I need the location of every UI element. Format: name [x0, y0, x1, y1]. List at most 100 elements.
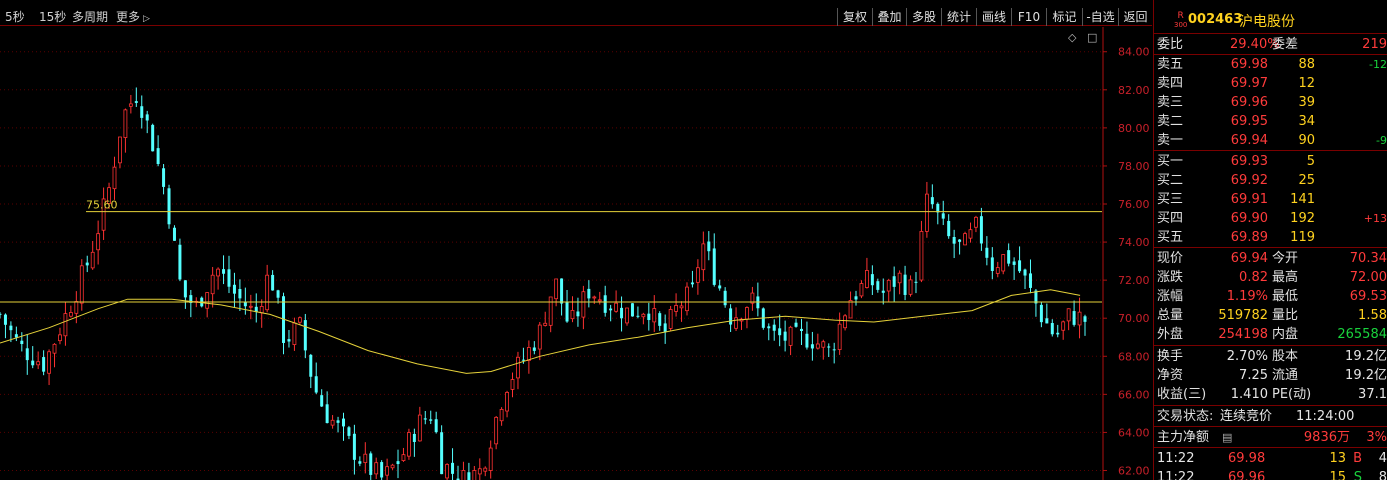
candle: [341, 418, 345, 427]
separator: [1154, 247, 1387, 248]
candle: [118, 136, 122, 164]
candle: [320, 395, 324, 407]
candle: [3, 314, 7, 325]
candle: [417, 414, 422, 442]
tick-count: 4: [1378, 451, 1387, 466]
stat-label: 涨跌: [1157, 270, 1184, 285]
candle: [162, 168, 166, 187]
mark-button[interactable]: 标记: [1046, 8, 1082, 26]
stock-header: R 300 002463 沪电股份: [1154, 8, 1387, 34]
candle: [297, 317, 302, 323]
ask-level[interactable]: 卖二 69.95 34: [1154, 112, 1387, 131]
candle: [90, 251, 95, 269]
candle: [1023, 269, 1027, 276]
candle: [151, 124, 155, 152]
candle: [52, 343, 57, 354]
overlay-button[interactable]: 叠加: [872, 8, 906, 26]
candle: [620, 307, 624, 319]
candle: [396, 461, 400, 465]
candle: [641, 313, 646, 318]
candle: [543, 322, 548, 326]
price-stat-row: 现价 69.94 今开 70.34: [1154, 249, 1387, 268]
candle: [227, 269, 231, 287]
tick-side: B: [1353, 451, 1362, 466]
statistics-button[interactable]: 统计: [941, 8, 976, 26]
candle: [47, 351, 51, 374]
bid-level[interactable]: 买一 69.93 5: [1154, 152, 1387, 171]
stat-label: 现价: [1157, 251, 1184, 266]
candle: [128, 103, 133, 107]
main-fund-row[interactable]: 主力净额 ▤ 9836万 3%: [1154, 428, 1387, 447]
bid-level[interactable]: 买二 69.92 25: [1154, 171, 1387, 190]
candle: [232, 284, 236, 294]
bid-level[interactable]: 买五 69.89 119: [1154, 228, 1387, 247]
ask-level[interactable]: 卖五 69.98 88 -12: [1154, 55, 1387, 74]
axis-tick-label: 66.00: [1118, 388, 1150, 401]
separator: [1154, 405, 1387, 406]
chart-settings-icon[interactable]: ◇: [1068, 31, 1077, 44]
candle: [374, 462, 379, 475]
bid-price: 69.89: [1230, 230, 1268, 245]
multi-stock-button[interactable]: 多股: [906, 8, 941, 26]
candle: [445, 464, 449, 479]
trade-status-row: 交易状态: 连续竞价 11:24:00: [1154, 407, 1387, 426]
ask-level[interactable]: 卖一 69.94 90 -9: [1154, 131, 1387, 150]
stat-value: 72.00: [1349, 270, 1387, 285]
timeframe-15s[interactable]: 15秒: [39, 9, 66, 25]
candle: [652, 308, 657, 323]
candle: [210, 274, 215, 295]
timeframe-multi[interactable]: 多周期: [72, 9, 108, 25]
candle: [401, 454, 406, 461]
draw-line-button[interactable]: 画线: [976, 8, 1011, 26]
candle: [603, 295, 607, 313]
back-button[interactable]: 返回: [1118, 8, 1152, 26]
candle: [532, 347, 536, 351]
candle: [494, 416, 499, 445]
kline-chart[interactable]: 84.00 82.00 80.00 78.00 76.00 74.00 72.00 70.00…: [0, 27, 1152, 480]
candle: [810, 344, 814, 349]
bid-level[interactable]: 买三 69.91 141: [1154, 190, 1387, 209]
bid-level-label: 买二: [1157, 173, 1184, 188]
candle: [897, 272, 902, 284]
candle: [1077, 311, 1082, 326]
ask-change: -9: [1376, 134, 1387, 147]
candle: [276, 290, 280, 298]
candle: [658, 313, 662, 326]
candle: [167, 188, 171, 225]
candle: [886, 279, 891, 292]
fundamental-value: 1.410: [1230, 387, 1268, 402]
candle: [723, 290, 727, 306]
candle: [805, 333, 809, 348]
main-fund-label: 主力净额: [1157, 430, 1210, 445]
candle: [325, 404, 329, 424]
stat-value: 70.34: [1349, 251, 1387, 266]
candle: [123, 109, 128, 138]
stock-name[interactable]: 沪电股份: [1239, 11, 1295, 31]
r-badge-sub: 300: [1174, 21, 1188, 29]
fundamental-value: 2.70%: [1226, 349, 1268, 364]
fundamental-label: PE(动): [1272, 387, 1312, 402]
timeframe-more[interactable]: 更多 ▷: [116, 9, 150, 25]
candle: [31, 360, 35, 366]
stat-value: 519782: [1218, 308, 1268, 323]
bid-level[interactable]: 买四 69.90 192 +13: [1154, 209, 1387, 228]
candle: [14, 334, 18, 338]
candle: [859, 283, 864, 297]
ask-level[interactable]: 卖三 69.96 39: [1154, 93, 1387, 112]
axis-tick-label: 78.00: [1118, 160, 1150, 173]
candle: [352, 433, 356, 460]
timeframe-5s[interactable]: 5秒: [5, 9, 25, 25]
candles: [0, 87, 1087, 480]
bid-volume: 25: [1298, 173, 1315, 188]
fundamental-label: 流通: [1272, 368, 1299, 383]
candle: [788, 326, 793, 346]
f10-button[interactable]: F10: [1011, 8, 1046, 26]
candle: [630, 303, 634, 317]
main-fund-detail-icon[interactable]: ▤: [1222, 428, 1232, 447]
chart-menu-icon[interactable]: □: [1087, 31, 1097, 44]
candle: [843, 315, 848, 329]
candle: [914, 281, 918, 283]
ask-level[interactable]: 卖四 69.97 12: [1154, 74, 1387, 93]
remove-favorite-button[interactable]: -自选: [1082, 8, 1118, 26]
fuquan-button[interactable]: 复权: [837, 8, 872, 26]
